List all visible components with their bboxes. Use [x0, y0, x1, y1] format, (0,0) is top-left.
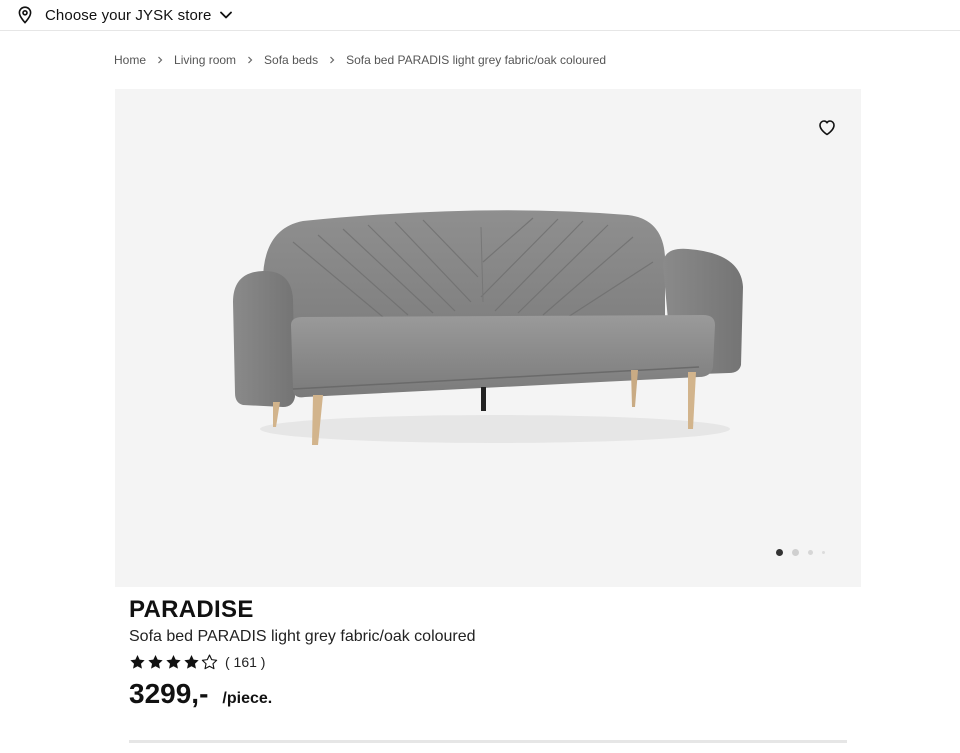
gallery-dot[interactable]	[792, 549, 799, 556]
chevron-down-icon	[220, 11, 233, 19]
product-brand: PARADISE	[129, 596, 254, 623]
gallery-pagination	[776, 549, 834, 556]
star-filled-icon	[147, 654, 164, 670]
heart-icon[interactable]	[818, 119, 836, 136]
chevron-right-icon	[157, 56, 163, 64]
breadcrumb-sofa-beds[interactable]: Sofa beds	[264, 53, 318, 67]
chevron-right-icon	[247, 56, 253, 64]
star-filled-icon	[165, 654, 182, 670]
star-filled-icon	[183, 654, 200, 670]
sofa-image	[233, 210, 743, 445]
gallery-dot[interactable]	[822, 551, 825, 554]
price-row: 3299,- /piece.	[129, 678, 849, 710]
product-price: 3299,-	[129, 678, 209, 709]
section-divider	[129, 740, 847, 743]
product-name: Sofa bed PARADIS light grey fabric/oak c…	[129, 628, 476, 645]
review-count: ( 161 )	[225, 654, 266, 670]
breadcrumb-current: Sofa bed PARADIS light grey fabric/oak c…	[346, 53, 607, 67]
product-rating[interactable]: ( 161 )	[129, 654, 849, 670]
breadcrumb: Home Living room Sofa beds Sofa bed PARA…	[114, 53, 606, 67]
top-bar: Choose your JYSK store	[0, 0, 960, 31]
gallery-dot[interactable]	[808, 550, 813, 555]
gallery-dot-active[interactable]	[776, 549, 783, 556]
product-info: PARADISE Sofa bed PARADIS light grey fab…	[129, 596, 849, 710]
location-pin-icon	[17, 6, 33, 24]
star-filled-icon	[129, 654, 146, 670]
store-label: Choose your JYSK store	[45, 6, 212, 24]
product-image-gallery[interactable]	[115, 89, 861, 587]
choose-store-button[interactable]: Choose your JYSK store	[17, 6, 233, 24]
star-empty-icon	[201, 654, 218, 670]
rating-stars	[129, 654, 219, 670]
chevron-right-icon	[329, 56, 335, 64]
breadcrumb-home[interactable]: Home	[114, 53, 146, 67]
breadcrumb-living-room[interactable]: Living room	[174, 53, 236, 67]
price-unit: /piece.	[222, 690, 273, 707]
